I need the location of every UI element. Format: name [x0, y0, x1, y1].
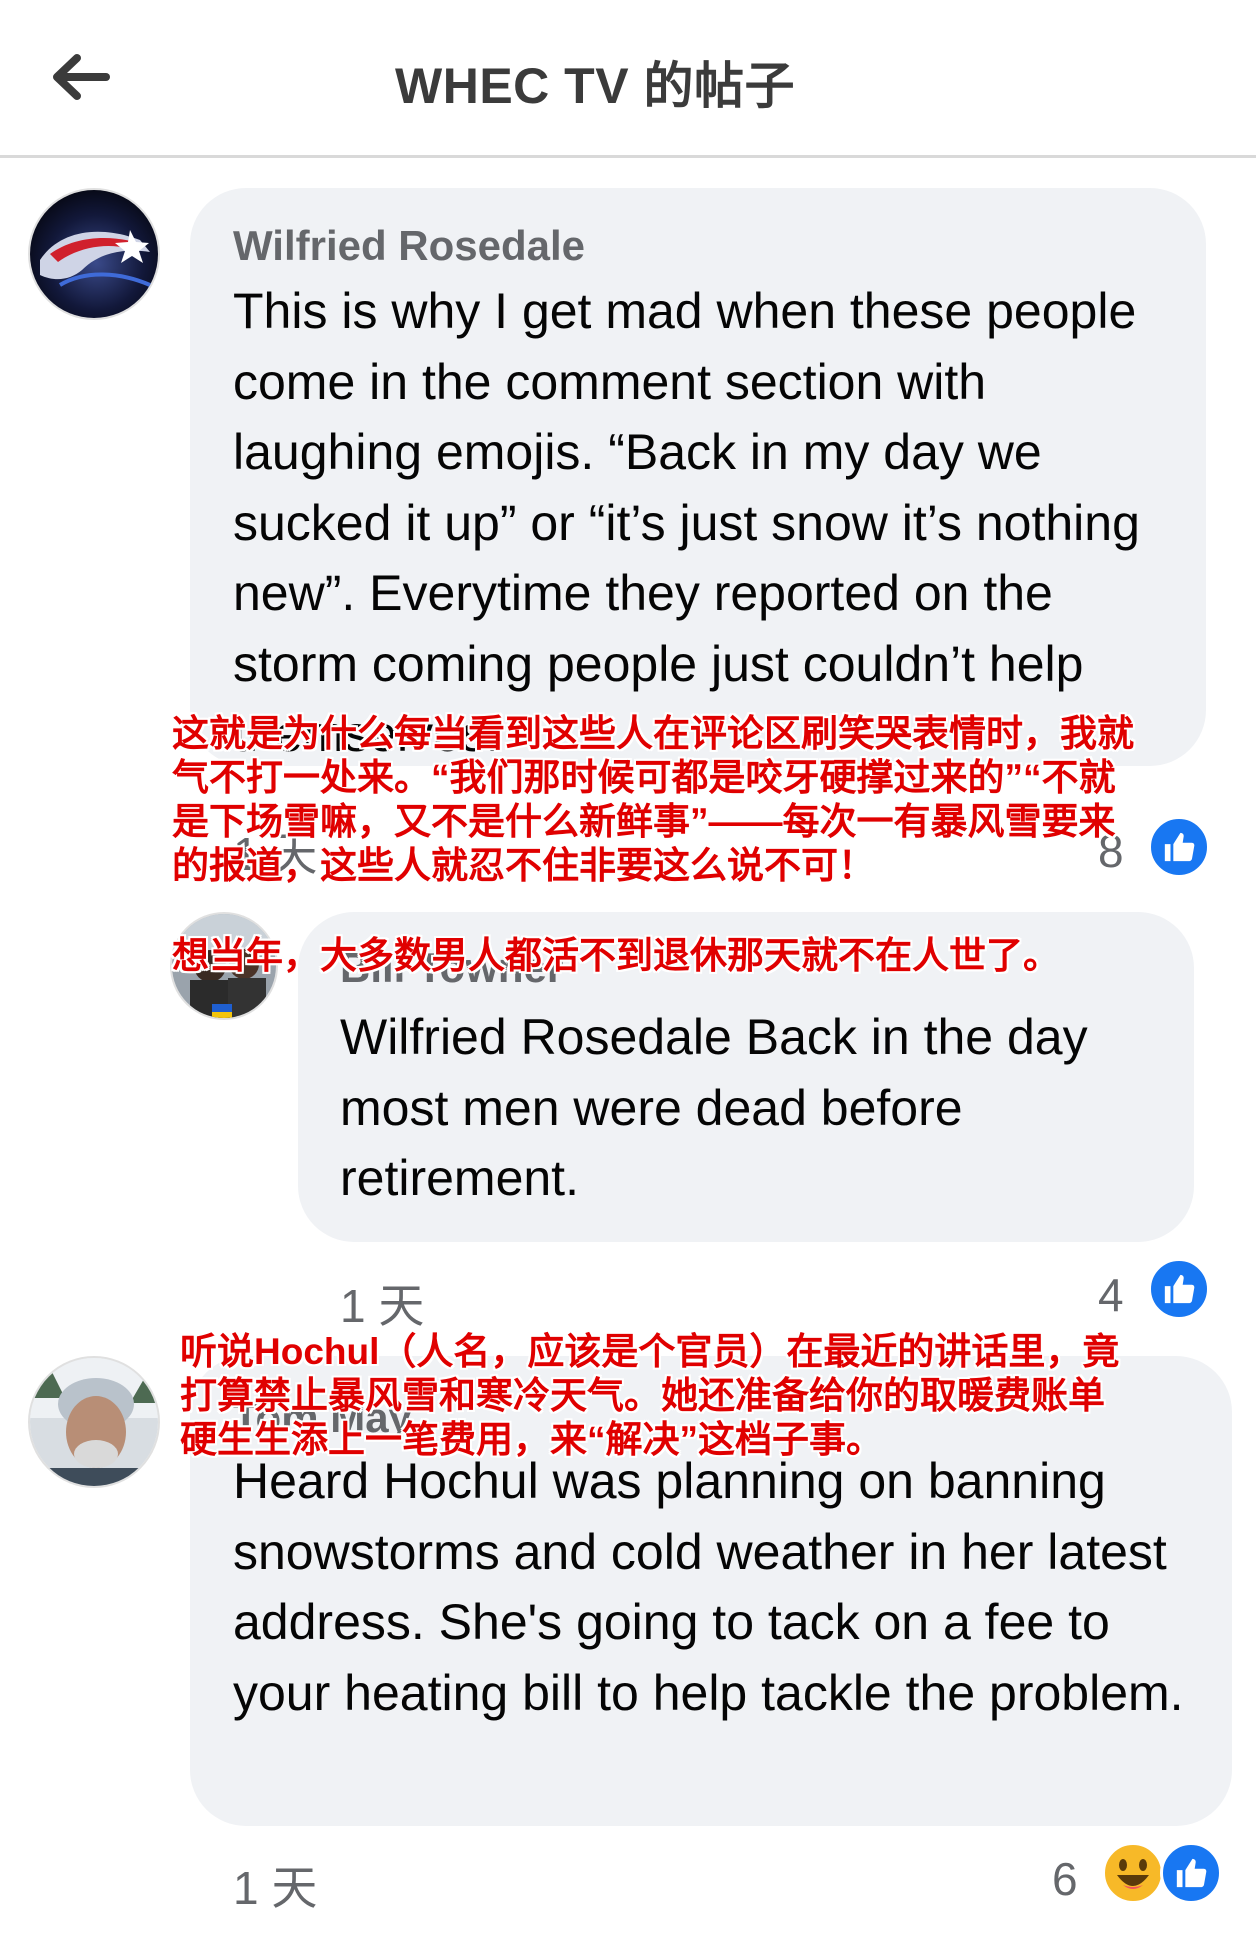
- comment-text: This is why I get mad when these people …: [233, 283, 1140, 762]
- page-title: WHEC TV 的帖子: [395, 58, 795, 114]
- top-bar: WHEC TV 的帖子: [0, 0, 1256, 158]
- reaction-count[interactable]: 4: [1098, 1268, 1124, 1322]
- haha-icon[interactable]: [1102, 1842, 1164, 1904]
- comment-time: 1 天: [340, 1280, 425, 1332]
- comment-author[interactable]: Wilfried Rosedale: [233, 222, 585, 270]
- translation-overlay: 这就是为什么每当看到这些人在评论区刷笑哭表情时，我就气不打一处来。“我们那时候可…: [172, 713, 1134, 886]
- like-icon[interactable]: [1148, 816, 1210, 878]
- comment-text: Wilfried Rosedale Back in the day most m…: [340, 1009, 1088, 1206]
- avatar-image: [30, 1358, 158, 1486]
- avatar-image: [30, 190, 158, 318]
- translation-overlay: 听说Hochul（人名，应该是个官员）在最近的讲话里，竟打算禁止暴风雪和寒冷天气…: [180, 1331, 1120, 1460]
- avatar[interactable]: [28, 188, 160, 320]
- like-icon[interactable]: [1160, 1842, 1222, 1904]
- reaction-count[interactable]: 6: [1052, 1852, 1078, 1906]
- avatar[interactable]: [28, 1356, 160, 1488]
- comment-text: Heard Hochul was planning on banning sno…: [233, 1453, 1184, 1721]
- like-icon[interactable]: [1148, 1258, 1210, 1320]
- translation-overlay: 想当年，大多数男人都活不到退休那天就不在人世了。: [172, 935, 1060, 976]
- comment-time: 1 天: [233, 1862, 318, 1914]
